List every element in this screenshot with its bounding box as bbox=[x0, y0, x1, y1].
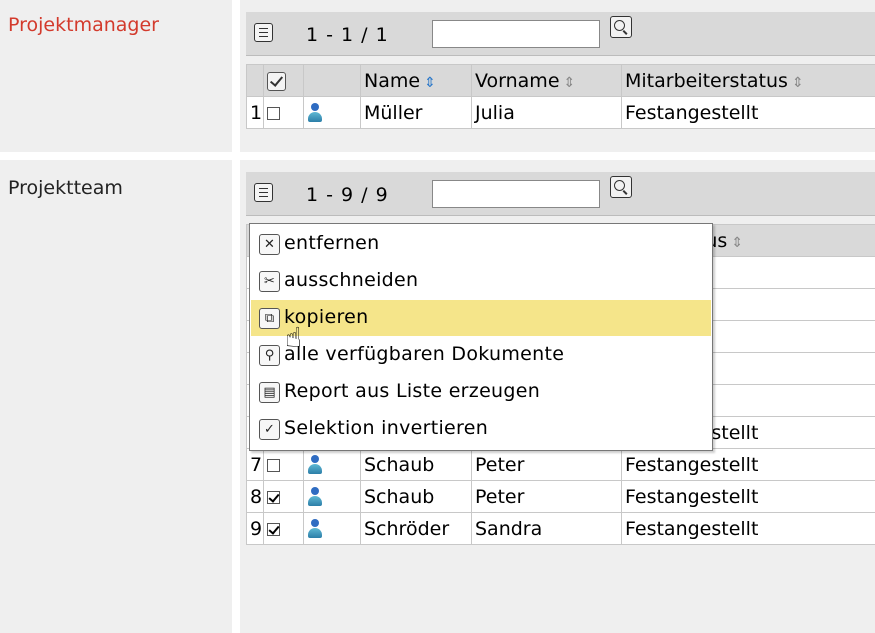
menu-item-search[interactable]: ⚲ alle verfügbaren Dokumente bbox=[251, 337, 711, 373]
projektmanager-panel: 1 - 1 / 1 Name ⇕ Vorname ⇕ Mitarbeiterstat… bbox=[240, 0, 875, 152]
person-icon bbox=[303, 448, 361, 481]
row-checkbox[interactable] bbox=[263, 96, 304, 129]
cell-vorname: Peter bbox=[471, 448, 622, 481]
cell-name: Schröder bbox=[360, 512, 472, 545]
column-header-mitarbeiterstatus[interactable]: Mitarbeiterstatus ⇕ bbox=[621, 64, 875, 97]
copy-icon: ⧉ bbox=[259, 308, 280, 329]
row-checkbox[interactable] bbox=[263, 448, 304, 481]
section-divider bbox=[0, 152, 875, 160]
menu-item-label: alle verfügbaren Dokumente bbox=[284, 343, 565, 365]
list-toolbar: 1 - 9 / 9 bbox=[246, 172, 875, 216]
menu-item-label: ausschneiden bbox=[284, 269, 419, 291]
sort-icon: ⇕ bbox=[424, 74, 436, 91]
check-icon: ✓ bbox=[259, 419, 280, 440]
pager-text: 1 - 1 / 1 bbox=[306, 24, 389, 46]
projektmanager-table: Name ⇕ Vorname ⇕ Mitarbeiterstatus ⇕ 1 Müll… bbox=[246, 64, 875, 129]
select-all-checkbox[interactable] bbox=[263, 64, 304, 97]
sort-icon: ⇕ bbox=[731, 234, 744, 251]
cell-status: Festangestellt bbox=[621, 448, 875, 481]
row-number: 8 bbox=[246, 480, 264, 513]
label-column-team bbox=[0, 160, 232, 633]
cell-status: Festangestellt bbox=[621, 512, 875, 545]
table-row[interactable]: 9 Schröder Sandra Festangestellt bbox=[246, 512, 875, 545]
report-icon: ▤ bbox=[259, 382, 280, 403]
list-menu-button[interactable] bbox=[254, 23, 273, 42]
scissors-icon: ✂ bbox=[259, 271, 280, 292]
table-row[interactable]: 8 Schaub Peter Festangestellt bbox=[246, 480, 875, 513]
list-toolbar: 1 - 1 / 1 bbox=[246, 12, 875, 56]
cell-vorname: Julia bbox=[471, 96, 622, 129]
section-label-projektteam: Projektteam bbox=[8, 177, 123, 199]
search-input[interactable] bbox=[432, 20, 600, 48]
column-header-name[interactable]: Name ⇕ bbox=[360, 64, 472, 97]
menu-item-x[interactable]: ✕ entfernen bbox=[251, 226, 711, 262]
list-menu-button[interactable] bbox=[254, 183, 273, 202]
search-icon[interactable] bbox=[610, 16, 632, 38]
menu-item-copy[interactable]: ⧉ kopieren bbox=[251, 300, 711, 336]
cell-status: Festangestellt bbox=[621, 480, 875, 513]
row-number: 9 bbox=[246, 512, 264, 545]
cell-name: Schaub bbox=[360, 448, 472, 481]
x-icon: ✕ bbox=[259, 234, 280, 255]
section-label-projektmanager: Projektmanager bbox=[8, 14, 159, 36]
search-icon: ⚲ bbox=[259, 345, 280, 366]
hand-cursor-icon: ☝ bbox=[285, 321, 303, 354]
menu-item-label: Selektion invertieren bbox=[284, 417, 489, 439]
pager-text: 1 - 9 / 9 bbox=[306, 184, 389, 206]
table-header-row: Name ⇕ Vorname ⇕ Mitarbeiterstatus ⇕ bbox=[246, 64, 875, 97]
cell-status: Festangestellt bbox=[621, 96, 875, 129]
menu-item-report[interactable]: ▤ Report aus Liste erzeugen bbox=[251, 374, 711, 410]
search-input[interactable] bbox=[432, 180, 600, 208]
menu-item-label: Report aus Liste erzeugen bbox=[284, 380, 541, 402]
row-number: 1 bbox=[246, 96, 264, 129]
sort-icon: ⇕ bbox=[791, 74, 804, 91]
cell-vorname: Peter bbox=[471, 480, 622, 513]
table-row[interactable]: 1 Müller Julia Festangestellt bbox=[246, 96, 875, 129]
search-icon[interactable] bbox=[610, 176, 632, 198]
menu-item-scissors[interactable]: ✂ ausschneiden bbox=[251, 263, 711, 299]
cell-vorname: Sandra bbox=[471, 512, 622, 545]
person-icon bbox=[303, 512, 361, 545]
table-row[interactable]: 7 Schaub Peter Festangestellt bbox=[246, 448, 875, 481]
menu-item-check[interactable]: ✓ Selektion invertieren bbox=[251, 411, 711, 447]
row-checkbox[interactable] bbox=[263, 512, 304, 545]
row-number: 7 bbox=[246, 448, 264, 481]
cell-name: Schaub bbox=[360, 480, 472, 513]
row-checkbox[interactable] bbox=[263, 480, 304, 513]
column-header-vorname[interactable]: Vorname ⇕ bbox=[471, 64, 622, 97]
context-menu: ✕ entfernen ✂ ausschneiden ⧉ kopieren ⚲ alle ve… bbox=[249, 223, 713, 451]
sort-icon: ⇕ bbox=[563, 74, 576, 91]
person-icon bbox=[303, 480, 361, 513]
menu-item-label: entfernen bbox=[284, 232, 380, 254]
cell-name: Müller bbox=[360, 96, 472, 129]
person-icon bbox=[303, 96, 361, 129]
